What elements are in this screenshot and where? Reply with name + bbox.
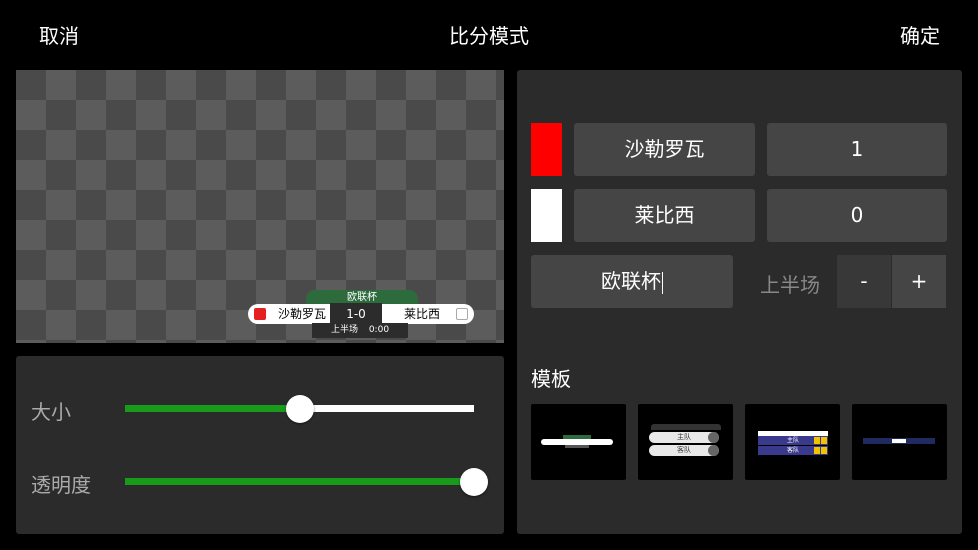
- home-score-field[interactable]: 1: [767, 123, 947, 176]
- template-3-away-score: [814, 447, 820, 454]
- template-2-home-score: [708, 432, 719, 443]
- scoreboard-preview: 欧联杯 沙勒罗瓦 1-0 莱比西 上半场 0:00: [16, 70, 504, 343]
- away-score-field[interactable]: 0: [767, 189, 947, 242]
- opacity-slider[interactable]: [125, 468, 488, 496]
- preview-home-team: 沙勒罗瓦: [278, 307, 327, 321]
- preview-away-team: 莱比西: [403, 307, 440, 321]
- size-label: 大小: [31, 400, 71, 424]
- template-3-home-row: 主队: [758, 436, 828, 445]
- template-3-home: 主队: [786, 437, 799, 444]
- settings-panel: 沙勒罗瓦 1 莱比西 0 欧联杯 上半场 - + 模板 主队 客队 主队 客队: [517, 70, 962, 534]
- template-2-away-score: [708, 445, 719, 456]
- template-1-time-bar: [565, 445, 589, 448]
- slider-panel: 大小 透明度: [16, 356, 504, 534]
- period-decrement-button[interactable]: -: [837, 255, 891, 308]
- home-team-name-field[interactable]: 沙勒罗瓦: [574, 123, 755, 176]
- template-2-home-row: 主队: [649, 432, 719, 443]
- template-4-score: [892, 439, 906, 443]
- home-shirt-icon: [254, 308, 266, 320]
- preview-score: 1-0: [330, 303, 382, 325]
- preview-time-bar: 上半场 0:00: [312, 323, 408, 338]
- size-slider-thumb[interactable]: [285, 395, 314, 423]
- template-4[interactable]: [852, 404, 947, 480]
- size-slider-fill: [125, 405, 300, 412]
- opacity-slider-fill: [125, 478, 474, 485]
- top-bar: 取消 比分模式 确定: [0, 0, 978, 68]
- preview-score-row: 沙勒罗瓦 1-0 莱比西: [248, 303, 474, 325]
- template-3[interactable]: 主队 客队: [745, 404, 840, 480]
- template-2-away: 客队: [677, 446, 691, 454]
- cup-name-text: 欧联杯: [601, 269, 661, 293]
- template-3-away: 客队: [786, 447, 799, 454]
- preview-scoreboard[interactable]: 欧联杯 沙勒罗瓦 1-0 莱比西 上半场 0:00: [248, 290, 474, 338]
- period-label: 上半场: [760, 273, 820, 297]
- template-2-header: [651, 424, 721, 430]
- template-1[interactable]: [531, 404, 626, 480]
- template-section-title: 模板: [531, 367, 571, 391]
- template-2-away-row: 客队: [649, 445, 719, 456]
- text-caret: [662, 271, 663, 294]
- cup-name-input[interactable]: 欧联杯: [531, 255, 733, 308]
- template-2[interactable]: 主队 客队: [638, 404, 733, 480]
- away-color-swatch[interactable]: [531, 189, 562, 242]
- template-3-home-score-2: [821, 437, 827, 444]
- template-2-home: 主队: [677, 433, 691, 441]
- away-shirt-icon: [456, 308, 468, 320]
- size-slider[interactable]: [125, 395, 474, 423]
- opacity-slider-thumb[interactable]: [460, 468, 488, 496]
- template-3-away-score-2: [821, 447, 827, 454]
- confirm-button[interactable]: 确定: [900, 20, 940, 49]
- preview-period: 上半场: [330, 325, 358, 335]
- page-title: 比分模式: [449, 24, 529, 48]
- period-increment-button[interactable]: +: [892, 255, 946, 308]
- opacity-label: 透明度: [31, 473, 91, 497]
- template-3-away-row: 客队: [758, 446, 828, 455]
- home-color-swatch[interactable]: [531, 123, 562, 176]
- template-3-home-score: [814, 437, 820, 444]
- away-team-name-field[interactable]: 莱比西: [574, 189, 755, 242]
- preview-time: 0:00: [368, 325, 390, 335]
